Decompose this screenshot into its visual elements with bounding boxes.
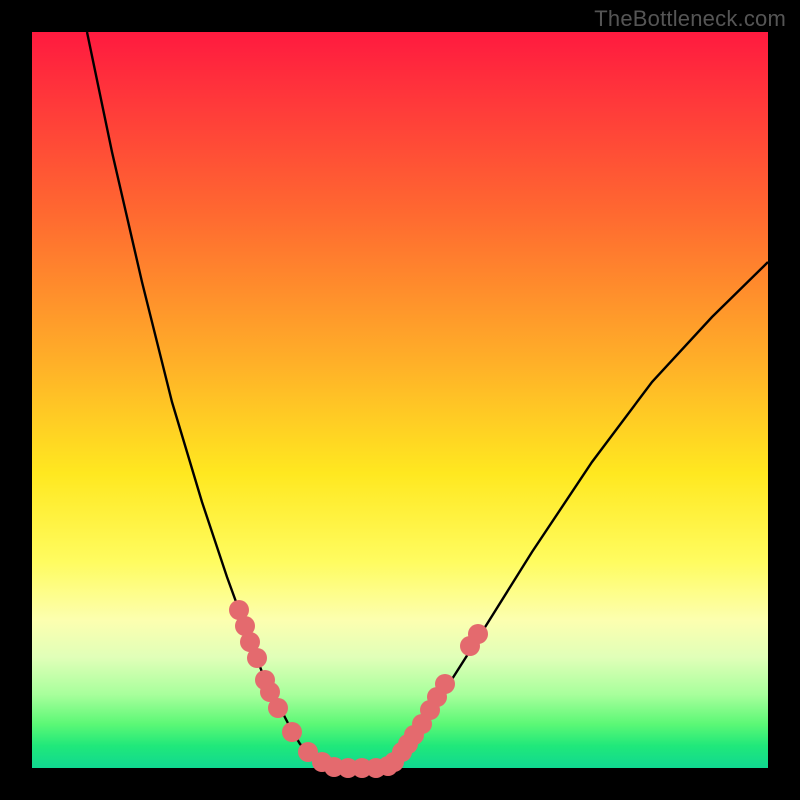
scatter-dots <box>229 600 488 778</box>
data-dot <box>268 698 288 718</box>
chart-frame: TheBottleneck.com <box>0 0 800 800</box>
data-dot <box>282 722 302 742</box>
bottleneck-curve <box>87 32 768 768</box>
plot-area <box>32 32 768 768</box>
curve-svg <box>32 32 768 768</box>
data-dot <box>435 674 455 694</box>
watermark-text: TheBottleneck.com <box>594 6 786 32</box>
data-dot <box>468 624 488 644</box>
data-dot <box>247 648 267 668</box>
